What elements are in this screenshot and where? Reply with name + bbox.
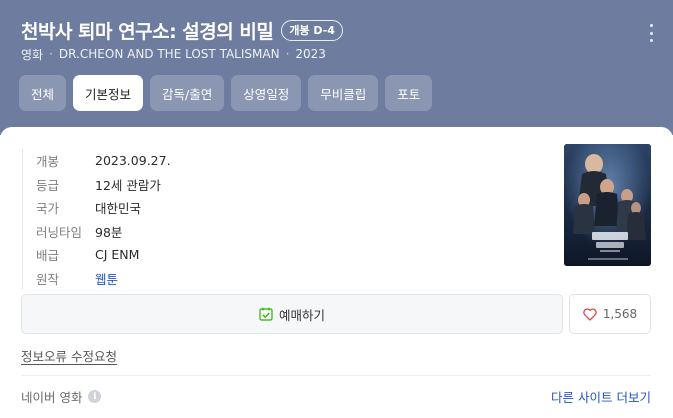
info-row-release: 개봉 2023.09.27. (36, 149, 322, 173)
calendar-check-icon (259, 307, 273, 321)
info-label: 러닝타임 (36, 224, 83, 240)
info-value: 12세 관람가 (95, 177, 161, 193)
release-year: 2023 (295, 47, 326, 61)
english-title: DR.CHEON AND THE LOST TALISMAN (58, 47, 280, 61)
movie-title: 천박사 퇴마 연구소: 설경의 비밀 (21, 20, 274, 43)
source-label: 네이버 영화 i (21, 387, 102, 406)
movie-category: 영화 (21, 47, 44, 62)
tab-showtimes[interactable]: 상영일정 (231, 75, 302, 111)
basic-info-card: 개봉 2023.09.27. 등급 12세 관람가 국가 대한민국 러닝타임 9… (0, 127, 673, 418)
info-row-runtime: 러닝타임 98분 (36, 220, 322, 244)
heart-icon (583, 307, 597, 321)
info-label: 개봉 (36, 154, 60, 170)
original-work-link[interactable]: 웹툰 (95, 269, 118, 288)
movie-subtitle: 영화 · DR.CHEON AND THE LOST TALISMAN · 20… (21, 45, 326, 63)
info-row-rating: 등급 12세 관람가 (36, 173, 322, 197)
info-icon[interactable]: i (88, 390, 102, 403)
like-count: 1,568 (602, 307, 638, 321)
tab-movie-clips[interactable]: 무비클립 (308, 75, 379, 111)
info-label: 등급 (36, 177, 60, 193)
info-value: 대한민국 (95, 201, 142, 217)
info-value: CJ ENM (95, 247, 140, 263)
more-sites-link[interactable]: 다른 사이트 더보기 (551, 387, 651, 406)
info-list: 개봉 2023.09.27. 등급 12세 관람가 국가 대한민국 러닝타임 9… (22, 149, 322, 290)
movie-header: 천박사 퇴마 연구소: 설경의 비밀 개봉 D-4 영화 · DR.CHEON … (0, 0, 673, 135)
movie-poster[interactable] (564, 144, 651, 266)
title-row: 천박사 퇴마 연구소: 설경의 비밀 개봉 D-4 (21, 16, 343, 44)
tab-all[interactable]: 전체 (19, 75, 67, 111)
info-label: 배급 (36, 248, 60, 264)
like-button[interactable]: 1,568 (569, 294, 651, 334)
tab-bar: 전체 기본정보 감독/출연 상영일정 무비클립 포토 (19, 75, 433, 111)
info-label: 국가 (36, 201, 60, 217)
info-label: 원작 (36, 271, 60, 287)
tab-basic-info[interactable]: 기본정보 (73, 75, 144, 111)
release-dday-badge: 개봉 D-4 (281, 19, 343, 41)
info-value: 2023.09.27. (95, 153, 171, 169)
info-row-distributor: 배급 CJ ENM (36, 243, 322, 267)
separator: · (49, 47, 53, 61)
tab-director-cast[interactable]: 감독/출연 (150, 75, 225, 111)
reserve-label: 예매하기 (278, 307, 325, 323)
info-value: 98분 (95, 224, 123, 240)
more-vertical-icon[interactable] (647, 24, 655, 42)
info-row-original-work: 원작 웹툰 (36, 267, 322, 291)
separator: · (285, 47, 290, 61)
poster-image (564, 144, 651, 266)
info-row-country: 국가 대한민국 (36, 196, 322, 220)
report-error-link[interactable]: 정보오류 수정요청 (21, 346, 117, 365)
source-name: 네이버 영화 (21, 390, 83, 405)
reserve-button[interactable]: 예매하기 (21, 294, 563, 334)
divider (21, 375, 651, 376)
tab-photos[interactable]: 포토 (385, 75, 433, 111)
